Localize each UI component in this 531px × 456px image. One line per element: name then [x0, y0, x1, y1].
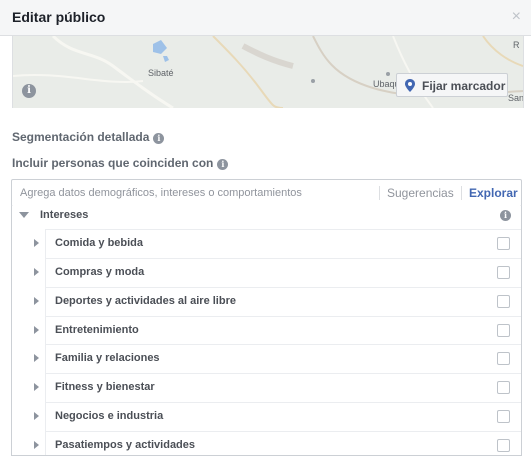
tree-line	[45, 258, 46, 287]
list-item[interactable]: Deportes y actividades al aire libre	[12, 287, 521, 316]
tree-line	[45, 402, 46, 431]
include-people-text: Incluir personas que coinciden con	[12, 156, 214, 170]
close-icon[interactable]: ×	[512, 8, 521, 26]
tree-line	[45, 287, 46, 316]
list-item[interactable]: Compras y moda	[12, 258, 521, 287]
item-checkbox[interactable]	[497, 439, 510, 452]
row-divider	[45, 431, 521, 432]
expand-triangle-icon[interactable]	[34, 441, 39, 449]
info-icon[interactable]: i	[500, 210, 511, 221]
map-label-edge: R	[513, 40, 520, 50]
item-label: Fitness y bienestar	[55, 381, 155, 393]
targeting-search-input[interactable]: Agrega datos demográficos, intereses o c…	[11, 179, 522, 207]
dialog-title: Editar público	[12, 9, 106, 25]
map-graphic	[13, 36, 523, 108]
tree-line	[45, 316, 46, 345]
collapse-triangle-icon[interactable]	[19, 212, 29, 218]
map-pin-icon	[405, 79, 415, 92]
row-divider	[45, 316, 521, 317]
tree-line	[45, 373, 46, 402]
detailed-targeting-text: Segmentación detallada	[12, 130, 150, 144]
expand-triangle-icon[interactable]	[34, 383, 39, 391]
expand-triangle-icon[interactable]	[34, 239, 39, 247]
expand-triangle-icon[interactable]	[34, 354, 39, 362]
list-item[interactable]: Familia y relaciones	[12, 344, 521, 373]
item-label: Deportes y actividades al aire libre	[55, 295, 236, 307]
row-divider	[45, 287, 521, 288]
list-item[interactable]: Comida y bebida	[12, 229, 521, 258]
dialog-header: Editar público ×	[0, 0, 531, 36]
item-checkbox[interactable]	[497, 266, 510, 279]
row-divider	[45, 402, 521, 403]
pin-marker-label: Fijar marcador	[422, 79, 506, 93]
item-checkbox[interactable]	[497, 381, 510, 394]
suggestions-button[interactable]: Sugerencias	[387, 186, 454, 200]
tree-line	[45, 344, 46, 373]
row-divider	[45, 229, 521, 230]
pin-marker-button[interactable]: Fijar marcador	[396, 73, 508, 97]
item-checkbox[interactable]	[497, 324, 510, 337]
list-item[interactable]: Negocios e industria	[12, 402, 521, 431]
tree-line	[45, 431, 46, 455]
expand-triangle-icon[interactable]	[34, 297, 39, 305]
item-checkbox[interactable]	[497, 410, 510, 423]
row-divider	[45, 373, 521, 374]
include-people-label: Incluir personas que coinciden con i	[12, 156, 229, 170]
item-checkbox[interactable]	[497, 237, 510, 250]
explore-button[interactable]: Explorar	[469, 186, 518, 200]
tree-line	[45, 229, 46, 258]
row-divider	[45, 258, 521, 259]
interests-group-title: Intereses	[40, 209, 89, 221]
item-label: Negocios e industria	[55, 410, 164, 422]
interests-dropdown: Intereses i Comida y bebida Compras y mo…	[11, 206, 522, 456]
expand-triangle-icon[interactable]	[34, 412, 39, 420]
info-icon[interactable]: i	[217, 159, 229, 170]
item-label: Entretenimiento	[55, 324, 139, 336]
list-item[interactable]: Fitness y bienestar	[12, 373, 521, 402]
expand-triangle-icon[interactable]	[34, 268, 39, 276]
item-label: Comida y bebida	[55, 237, 144, 249]
row-divider	[45, 344, 521, 345]
item-label: Pasatiempos y actividades	[55, 439, 196, 451]
divider	[379, 186, 380, 200]
map-label-sibate: Sibaté	[148, 68, 174, 78]
interests-group-header[interactable]: Intereses i	[12, 206, 521, 228]
info-icon[interactable]: i	[153, 133, 165, 144]
detailed-targeting-label: Segmentación detallada i	[12, 130, 165, 144]
item-checkbox[interactable]	[497, 295, 510, 308]
item-label: Familia y relaciones	[55, 352, 160, 364]
list-item[interactable]: Entretenimiento	[12, 316, 521, 345]
list-item[interactable]: Pasatiempos y actividades	[12, 431, 521, 455]
info-icon[interactable]: i	[22, 84, 36, 98]
item-checkbox[interactable]	[497, 352, 510, 365]
search-placeholder: Agrega datos demográficos, intereses o c…	[20, 187, 302, 199]
map-label-san: San	[508, 93, 524, 103]
location-map[interactable]: Sibaté Ubaque San R i Fijar marcador	[12, 36, 524, 108]
divider	[461, 186, 462, 200]
expand-triangle-icon[interactable]	[34, 326, 39, 334]
item-label: Compras y moda	[55, 266, 145, 278]
